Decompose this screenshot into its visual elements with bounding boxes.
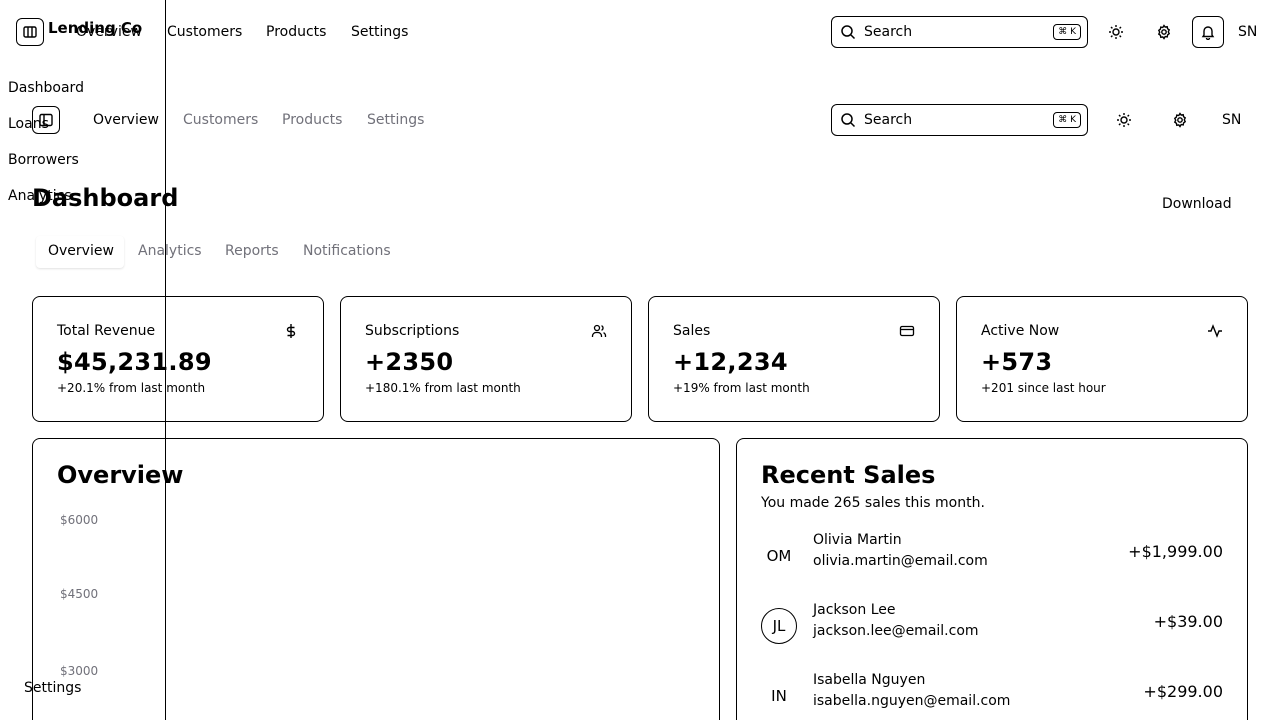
- users-icon: [591, 324, 607, 337]
- dollar-icon: [286, 324, 296, 338]
- y-tick-label: $6000: [60, 513, 99, 527]
- list-item[interactable]: IN Isabella Nguyen isabella.nguyen@email…: [761, 672, 1223, 718]
- stat-title: Subscriptions: [365, 323, 460, 339]
- sub-search-input[interactable]: Search ⌘ K: [831, 104, 1088, 136]
- sidebar-item-borrowers[interactable]: Borrowers: [8, 152, 79, 168]
- brand-logo-icon[interactable]: [16, 18, 44, 46]
- search-shortcut: ⌘ K: [1053, 112, 1081, 128]
- sub-user-avatar[interactable]: SN: [1222, 112, 1241, 128]
- avatar: JL: [761, 608, 797, 644]
- sale-amount: +$1,999.00: [1128, 542, 1223, 561]
- user-avatar[interactable]: SN: [1238, 24, 1257, 40]
- sub-nav-products[interactable]: Products: [282, 112, 342, 128]
- stat-value: $45,231.89: [57, 348, 212, 376]
- gear-icon: [1157, 24, 1171, 40]
- sub-nav-settings[interactable]: Settings: [367, 112, 424, 128]
- stat-value: +573: [981, 348, 1053, 376]
- settings-button[interactable]: [1148, 16, 1180, 48]
- list-item[interactable]: JL Jackson Lee jackson.lee@email.com +$3…: [761, 602, 1223, 648]
- tab-analytics[interactable]: Analytics: [138, 243, 202, 259]
- avatar: OM: [766, 547, 792, 565]
- search-icon: [841, 113, 856, 128]
- recent-sales-card: Recent Sales You made 265 sales this mon…: [736, 438, 1248, 720]
- stat-card-sales: Sales +12,234 +19% from last month: [648, 296, 940, 422]
- y-tick-label: $4500: [60, 587, 99, 601]
- stat-change: +180.1% from last month: [365, 381, 521, 395]
- sub-theme-toggle-button[interactable]: [1108, 104, 1140, 136]
- top-nav-settings[interactable]: Settings: [351, 24, 408, 40]
- search-icon: [841, 25, 856, 40]
- search-label: Search: [864, 112, 913, 128]
- stat-change: +201 since last hour: [981, 381, 1106, 395]
- tab-reports[interactable]: Reports: [225, 243, 279, 259]
- gear-icon: [1173, 112, 1187, 128]
- sub-nav-customers[interactable]: Customers: [183, 112, 258, 128]
- stat-card-total-revenue: Total Revenue $45,231.89 +20.1% from las…: [32, 296, 324, 422]
- y-tick-label: $3000: [60, 664, 99, 678]
- sidebar-toggle-button[interactable]: [32, 106, 60, 134]
- top-search-input[interactable]: Search ⌘ K: [831, 16, 1088, 48]
- stat-card-subscriptions: Subscriptions +2350 +180.1% from last mo…: [340, 296, 632, 422]
- tab-notifications[interactable]: Notifications: [303, 243, 391, 259]
- overview-title: Overview: [57, 461, 184, 489]
- notifications-button[interactable]: [1192, 16, 1224, 48]
- stat-change: +20.1% from last month: [57, 381, 206, 395]
- overview-card: Overview: [32, 438, 720, 720]
- top-nav-products[interactable]: Products: [266, 24, 326, 40]
- page-title: Dashboard: [32, 184, 179, 212]
- tab-overview[interactable]: Overview: [48, 243, 114, 259]
- stat-card-active-now: Active Now +573 +201 since last hour: [956, 296, 1248, 422]
- credit-card-icon: [899, 325, 915, 337]
- sun-icon: [1117, 113, 1131, 127]
- sub-settings-button[interactable]: [1164, 104, 1196, 136]
- download-button[interactable]: Download: [1162, 196, 1232, 212]
- search-label: Search: [864, 24, 913, 40]
- stat-title: Sales: [673, 323, 711, 339]
- top-nav-customers[interactable]: Customers: [167, 24, 242, 40]
- panel-left-icon: [39, 113, 53, 127]
- stat-title: Total Revenue: [57, 323, 156, 339]
- brand-name: Lending Co: [48, 19, 143, 37]
- customer-name: Jackson Lee: [813, 602, 896, 618]
- sun-icon: [1109, 25, 1123, 39]
- sale-amount: +$39.00: [1153, 612, 1223, 631]
- stat-value: +2350: [365, 348, 454, 376]
- avatar: IN: [771, 687, 787, 705]
- stat-title: Active Now: [981, 323, 1060, 339]
- customer-email: jackson.lee@email.com: [813, 623, 979, 639]
- customer-email: isabella.nguyen@email.com: [813, 693, 1011, 709]
- stat-change: +19% from last month: [673, 381, 810, 395]
- recent-sales-subtitle: You made 265 sales this month.: [761, 495, 985, 511]
- activity-icon: [1208, 324, 1222, 338]
- theme-toggle-button[interactable]: [1100, 16, 1132, 48]
- stat-value: +12,234: [673, 348, 788, 376]
- bell-icon: [1201, 26, 1215, 40]
- sub-nav-overview[interactable]: Overview: [93, 112, 159, 128]
- sale-amount: +$299.00: [1143, 682, 1223, 701]
- customer-name: Isabella Nguyen: [813, 672, 926, 688]
- list-item[interactable]: OM Olivia Martin olivia.martin@email.com…: [761, 532, 1223, 578]
- customer-email: olivia.martin@email.com: [813, 553, 988, 569]
- sidebar-item-dashboard[interactable]: Dashboard: [8, 80, 84, 96]
- recent-sales-title: Recent Sales: [761, 461, 936, 489]
- search-shortcut: ⌘ K: [1053, 24, 1081, 40]
- customer-name: Olivia Martin: [813, 532, 902, 548]
